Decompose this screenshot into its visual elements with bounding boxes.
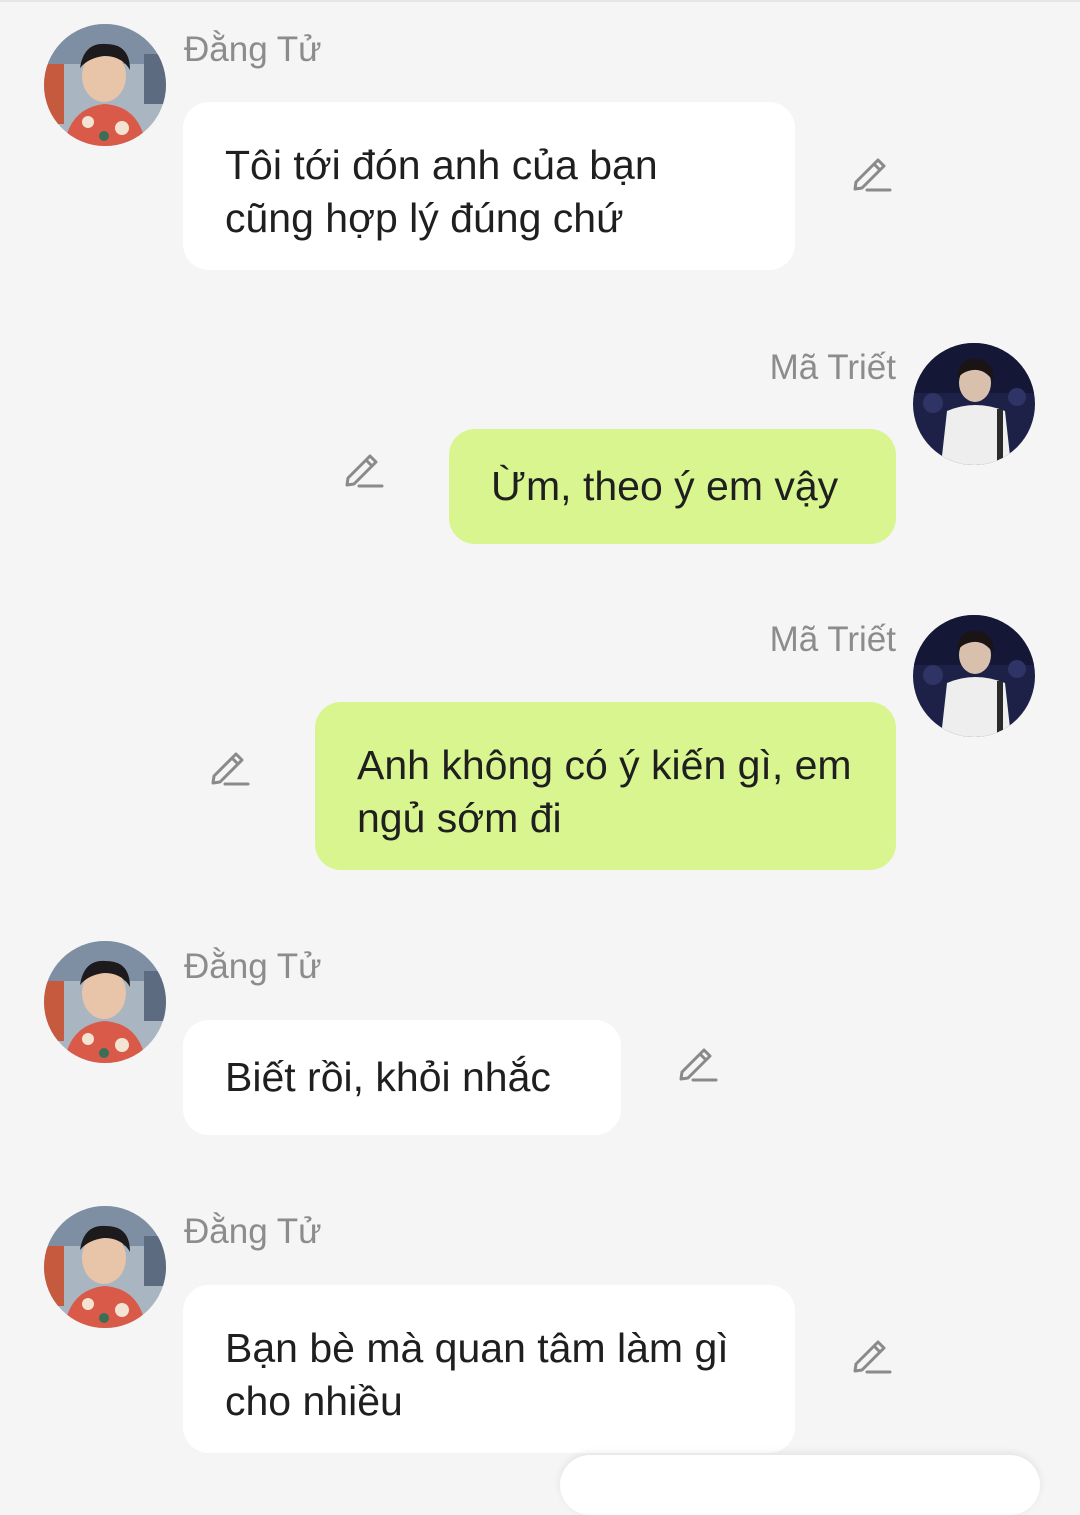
message-bubble[interactable]: Ừm, theo ý em vậy <box>449 429 896 544</box>
pencil-edit-icon[interactable] <box>342 446 386 490</box>
pencil-edit-icon[interactable] <box>208 744 252 788</box>
pencil-edit-icon[interactable] <box>676 1040 720 1084</box>
avatar-dang-tu[interactable] <box>44 24 166 146</box>
avatar-dang-tu[interactable] <box>44 1206 166 1328</box>
pencil-edit-icon[interactable] <box>850 150 894 194</box>
sender-name: Mã Triết <box>769 620 896 659</box>
message-bubble[interactable]: Tôi tới đón anh của bạn cũng hợp lý đúng… <box>183 102 795 270</box>
sender-name: Đằng Tử <box>184 1212 322 1251</box>
avatar-ma-triet[interactable] <box>913 343 1035 465</box>
message-bubble[interactable]: Biết rồi, khỏi nhắc <box>183 1020 621 1135</box>
bottom-panel-edge <box>560 1455 1040 1515</box>
avatar-dang-tu[interactable] <box>44 941 166 1063</box>
message-bubble[interactable]: Bạn bè mà quan tâm làm gì cho nhiều <box>183 1285 795 1453</box>
avatar-ma-triet[interactable] <box>913 615 1035 737</box>
sender-name: Mã Triết <box>769 348 896 387</box>
top-divider <box>0 0 1080 2</box>
message-bubble[interactable]: Anh không có ý kiến gì, em ngủ sớm đi <box>315 702 896 870</box>
sender-name: Đằng Tử <box>184 30 322 69</box>
pencil-edit-icon[interactable] <box>850 1332 894 1376</box>
sender-name: Đằng Tử <box>184 947 322 986</box>
